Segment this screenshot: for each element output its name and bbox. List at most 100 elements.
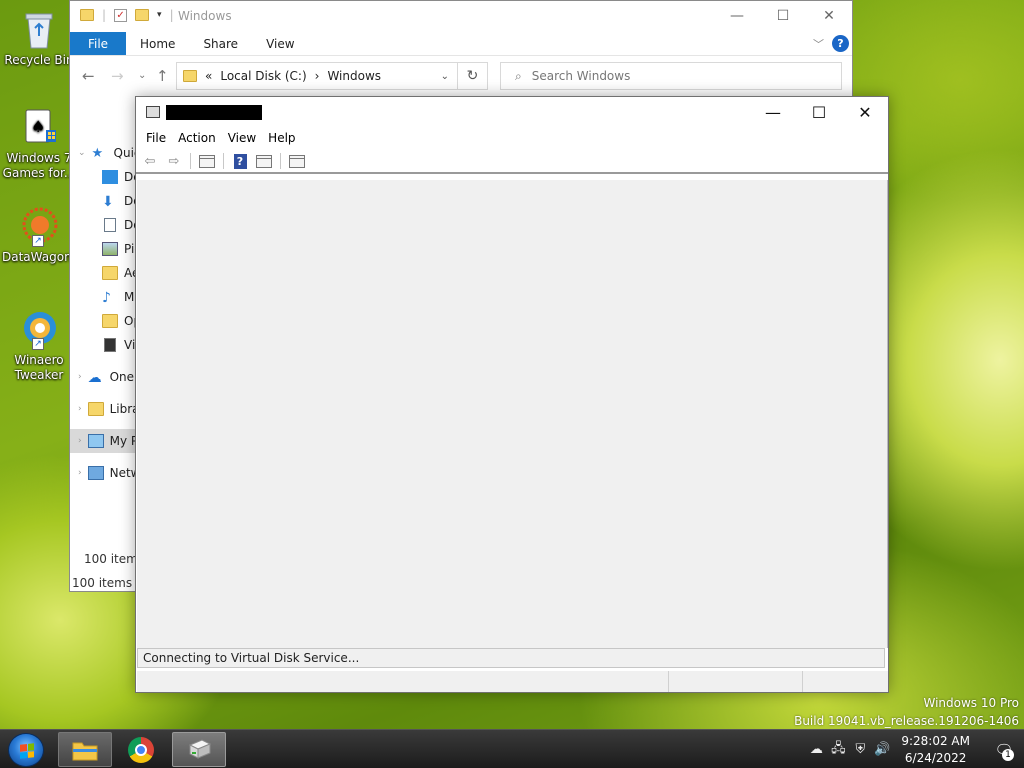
explorer-window-controls: — ☐ ✕ — [714, 1, 852, 31]
start-button[interactable] — [8, 733, 44, 767]
nav-music[interactable]: ♪ Music — [70, 285, 136, 309]
star-icon: ★ — [91, 146, 104, 161]
toolbar-separator — [280, 153, 281, 169]
back-arrow-icon[interactable]: ← — [82, 67, 95, 85]
desktop-icon-windows7-games[interactable]: ♠ Windows 7 Games for... — [2, 106, 76, 181]
breadcrumb-separator[interactable]: › — [315, 69, 320, 83]
disk-management-icon — [188, 738, 212, 759]
separator: | — [169, 8, 174, 22]
svg-text:♠: ♠ — [31, 117, 45, 136]
taskbar-file-explorer[interactable] — [58, 732, 112, 767]
dm-toolbar: ⇦ ⇨ ? — [136, 150, 888, 174]
taskbar-clock[interactable]: 9:28:02 AM 6/24/2022 — [901, 733, 970, 767]
download-icon: ⬇ — [102, 194, 114, 210]
address-bar[interactable]: « Local Disk (C:) › Windows ⌄ — [176, 62, 458, 90]
address-overflow[interactable]: « — [205, 69, 212, 83]
address-dropdown-chevron-icon[interactable]: ⌄ — [441, 71, 449, 82]
security-shield-icon[interactable]: ⛨ — [849, 742, 871, 757]
properties-icon[interactable] — [287, 152, 307, 170]
menu-view[interactable]: View — [222, 128, 262, 150]
nav-network[interactable]: › Network — [70, 461, 136, 485]
nav-desktop[interactable]: Desktop — [70, 165, 136, 189]
customize-toolbar-icon[interactable]: ▾ — [157, 10, 162, 20]
ribbon-tab-share[interactable]: Share — [189, 32, 252, 55]
action-center-button[interactable]: 🗨 1 — [984, 730, 1024, 768]
desktop-icon-label: Windows 7 Games for... — [2, 151, 76, 180]
refresh-icon[interactable]: ↻ — [458, 62, 488, 90]
taskbar-chrome[interactable] — [114, 732, 168, 767]
nav-videos[interactable]: Videos — [70, 333, 136, 357]
expand-chevron-icon[interactable]: › — [78, 468, 82, 478]
expand-chevron-icon[interactable]: ⌄ — [78, 148, 86, 158]
desktop-icon-datawagon[interactable]: ↗ DataWagon... — [2, 205, 83, 265]
help-icon[interactable]: ? — [832, 35, 849, 52]
menu-help[interactable]: Help — [262, 128, 301, 150]
desktop-icon-winaero-tweaker[interactable]: ↗ Winaero Tweaker — [2, 308, 76, 383]
forward-arrow-icon[interactable]: → — [111, 67, 124, 85]
desktop-icon — [102, 170, 118, 184]
show-hide-action-pane-icon[interactable] — [254, 152, 274, 170]
nav-documents[interactable]: Documents — [70, 213, 136, 237]
ribbon-tab-view[interactable]: View — [252, 32, 308, 55]
search-input[interactable]: ⌕ Search Windows — [500, 62, 842, 90]
nav-folder-op[interactable]: Op — [70, 309, 136, 333]
datawagon-icon: ↗ — [18, 205, 60, 247]
video-icon — [104, 338, 116, 352]
explorer-title-bar[interactable]: | ✓ ▾ | Windows — ☐ ✕ — [70, 1, 852, 32]
breadcrumb-local-disk[interactable]: Local Disk (C:) — [220, 69, 306, 83]
minimize-button[interactable]: — — [750, 97, 796, 127]
show-hide-console-tree-icon[interactable] — [197, 152, 217, 170]
back-arrow-icon[interactable]: ⇦ — [140, 152, 160, 170]
forward-arrow-icon[interactable]: ⇨ — [164, 152, 184, 170]
help-icon[interactable]: ? — [230, 152, 250, 170]
cloud-offline-icon[interactable]: ☁ — [805, 742, 827, 757]
watermark-build: Build 19041.vb_release.191206-1406 — [794, 714, 1019, 728]
expand-chevron-icon[interactable]: › — [78, 372, 82, 382]
expand-ribbon-chevron-icon[interactable]: ﹀ — [813, 36, 824, 52]
status-pane — [803, 671, 888, 692]
dm-title-bar[interactable]: — ☐ ✕ — [136, 97, 888, 128]
nav-quick-access[interactable]: ⌄ ★ Quick access — [70, 141, 136, 165]
close-button[interactable]: ✕ — [806, 1, 852, 31]
nav-label: My PC — [109, 434, 136, 448]
nav-libraries[interactable]: › Libraries — [70, 397, 136, 421]
cards-icon: ♠ — [18, 106, 60, 148]
expand-chevron-icon[interactable]: › — [78, 404, 82, 414]
taskbar-disk-management[interactable] — [172, 732, 226, 767]
volume-icon[interactable]: 🔊 — [871, 742, 893, 757]
disk-management-app-icon — [146, 106, 160, 118]
nav-downloads[interactable]: ⬇ Downloads — [70, 189, 136, 213]
maximize-button[interactable]: ☐ — [760, 1, 806, 31]
nav-my-pc[interactable]: › My PC — [70, 429, 136, 453]
nav-label: Quick access — [113, 146, 136, 160]
pictures-icon — [102, 242, 118, 256]
expand-chevron-icon[interactable]: › — [78, 436, 82, 446]
up-arrow-icon[interactable]: ↑ — [156, 67, 169, 85]
disk-management-window[interactable]: — ☐ ✕ File Action View Help ⇦ ⇨ ? Connec… — [135, 96, 889, 693]
explorer-ribbon: File Home Share View ﹀ ? — [70, 32, 852, 56]
explorer-title: Windows — [178, 9, 232, 23]
nav-folder-ae[interactable]: Ae — [70, 261, 136, 285]
nav-label: OneDrive — [109, 370, 136, 384]
minimize-button[interactable]: — — [714, 1, 760, 31]
computer-icon — [87, 434, 104, 448]
ribbon-tab-home[interactable]: Home — [126, 32, 189, 55]
menu-file[interactable]: File — [140, 128, 172, 150]
toolbar-separator — [223, 153, 224, 169]
redacted-title — [166, 105, 262, 120]
properties-icon[interactable]: ✓ — [114, 8, 128, 22]
nav-pictures[interactable]: Pictures — [70, 237, 136, 261]
network-icon[interactable]: 🖧 — [827, 739, 849, 761]
breadcrumb-windows[interactable]: Windows — [327, 69, 381, 83]
new-folder-icon[interactable] — [135, 9, 150, 21]
menu-action[interactable]: Action — [172, 128, 222, 150]
dm-content-area — [137, 180, 888, 648]
ribbon-tab-file[interactable]: File — [70, 32, 126, 55]
desktop-icon-recycle-bin[interactable]: Recycle Bin — [2, 8, 76, 68]
recent-locations-chevron-icon[interactable]: ⌄ — [138, 70, 146, 81]
maximize-button[interactable]: ☐ — [796, 97, 842, 127]
nav-onedrive[interactable]: › ☁ OneDrive — [70, 365, 136, 389]
search-icon: ⌕ — [515, 68, 522, 83]
close-button[interactable]: ✕ — [842, 97, 888, 127]
dm-menu-bar: File Action View Help — [136, 128, 888, 150]
